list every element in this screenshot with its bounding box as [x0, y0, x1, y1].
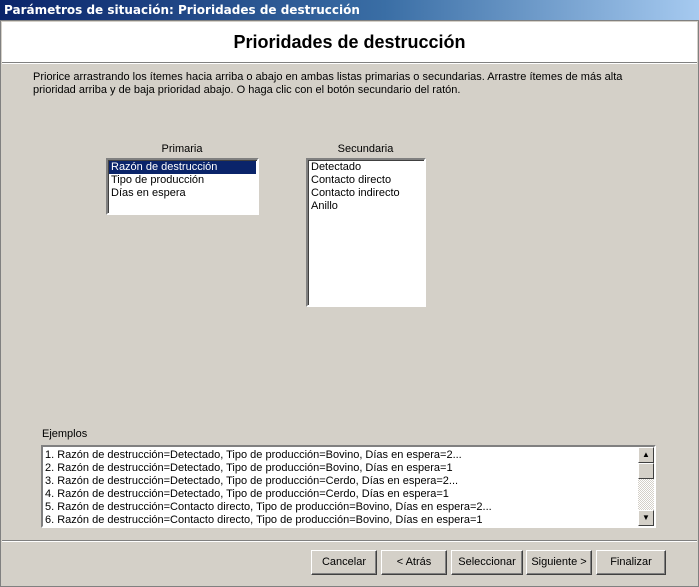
example-line: 6. Razón de destrucción=Contacto directo… [45, 514, 483, 526]
secondary-list-item[interactable]: Contacto directo [309, 174, 423, 187]
secondary-list-item[interactable]: Detectado [309, 161, 423, 174]
example-line: 5. Razón de destrucción=Contacto directo… [45, 501, 492, 513]
primary-list-item[interactable]: Razón de destrucción [109, 161, 256, 174]
header-panel: Prioridades de destrucción [2, 22, 697, 63]
finish-button[interactable]: Finalizar [596, 550, 666, 575]
select-button[interactable]: Seleccionar [451, 550, 523, 575]
header-divider [2, 62, 697, 64]
primary-list-label: Primaria [161, 143, 203, 155]
scroll-up-button[interactable]: ▲ [638, 447, 654, 463]
scroll-down-button[interactable]: ▼ [638, 510, 654, 526]
arrow-up-icon: ▲ [642, 450, 650, 459]
examples-label: Ejemplos [42, 428, 88, 440]
primary-listbox[interactable]: Razón de destrucción Tipo de producción … [106, 158, 259, 215]
examples-scrollbar[interactable]: ▲ ▼ [638, 447, 654, 526]
secondary-list-item[interactable]: Contacto indirecto [309, 187, 423, 200]
page-title: Prioridades de destrucción [233, 32, 466, 52]
next-button[interactable]: Siguiente > [526, 550, 592, 575]
footer-divider [2, 540, 697, 542]
scroll-thumb[interactable] [638, 463, 654, 479]
secondary-list-item[interactable]: Anillo [309, 200, 423, 213]
example-line: 2. Razón de destrucción=Detectado, Tipo … [45, 462, 453, 474]
primary-list-item[interactable]: Tipo de producción [109, 174, 256, 187]
instructions-text: Priorice arrastrando los ítemes hacia ar… [33, 71, 623, 96]
example-line: 4. Razón de destrucción=Detectado, Tipo … [45, 488, 449, 500]
window-titlebar[interactable]: Parámetros de situación: Prioridades de … [0, 0, 699, 20]
window-title: Parámetros de situación: Prioridades de … [4, 3, 360, 17]
back-button[interactable]: < Atrás [381, 550, 447, 575]
secondary-list-label: Secundaria [337, 143, 394, 155]
example-line: 3. Razón de destrucción=Detectado, Tipo … [45, 475, 459, 487]
primary-list-item[interactable]: Días en espera [109, 187, 256, 200]
secondary-listbox[interactable]: Detectado Contacto directo Contacto indi… [306, 158, 426, 307]
examples-list[interactable]: 1. Razón de destrucción=Detectado, Tipo … [41, 445, 656, 528]
cancel-button[interactable]: Cancelar [311, 550, 377, 575]
arrow-down-icon: ▼ [642, 513, 650, 522]
example-line: 1. Razón de destrucción=Detectado, Tipo … [45, 449, 462, 461]
